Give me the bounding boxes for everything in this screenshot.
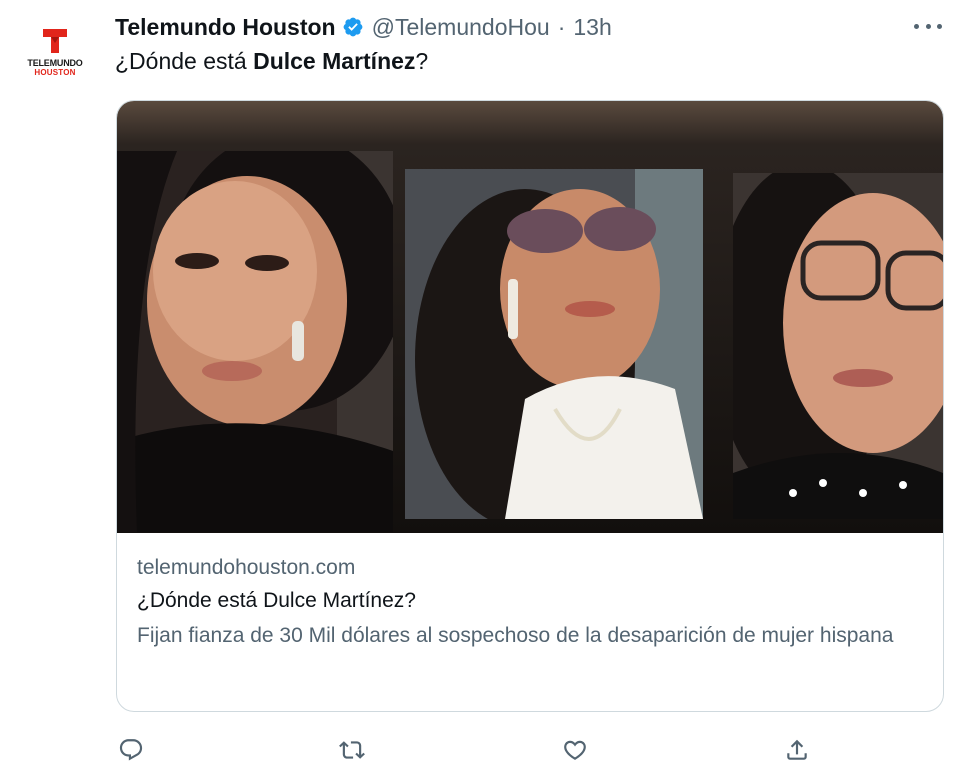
share-button[interactable] xyxy=(781,734,813,766)
card-title: ¿Dónde está Dulce Martínez? xyxy=(137,589,416,612)
card-photo-1 xyxy=(117,151,393,532)
card-photo-2 xyxy=(405,169,703,519)
tweet-text-prefix: ¿Dónde está xyxy=(115,48,254,74)
card-domain: telemundohouston.com xyxy=(137,556,356,579)
avatar-brand-subtext: HOUSTON xyxy=(34,67,76,77)
card-photo-3 xyxy=(733,173,943,519)
reply-button[interactable] xyxy=(115,734,147,766)
avatar-brand-text: TELEMUNDO xyxy=(27,57,83,68)
tweet-text-suffix: ? xyxy=(415,48,429,74)
like-button[interactable] xyxy=(559,734,591,766)
heart-icon xyxy=(564,740,586,760)
tweet-header: Telemundo Houston @TelemundoHou · 13h xyxy=(115,12,612,42)
timestamp[interactable]: 13h xyxy=(573,14,611,41)
tweet-actions xyxy=(115,734,815,766)
card-image[interactable] xyxy=(117,101,943,533)
tweet-text-bold: Dulce Martínez xyxy=(253,48,416,74)
author-handle[interactable]: @TelemundoHou xyxy=(372,14,550,41)
tweet-text: ¿Dónde está Dulce Martínez? xyxy=(115,48,428,75)
retweet-button[interactable] xyxy=(336,734,368,766)
retweet-icon xyxy=(339,741,365,759)
tweet[interactable]: TELEMUNDO HOUSTON Telemundo Houston @Tel… xyxy=(0,0,960,773)
share-icon xyxy=(787,739,807,760)
separator-dot: · xyxy=(557,13,566,40)
verified-badge-icon xyxy=(343,17,363,37)
avatar[interactable]: TELEMUNDO HOUSTON xyxy=(14,10,96,92)
more-options-icon[interactable] xyxy=(914,14,942,38)
card-body: telemundohouston.com ¿Dónde está Dulce M… xyxy=(137,553,917,652)
link-card[interactable]: telemundohouston.com ¿Dónde está Dulce M… xyxy=(116,100,944,712)
display-name[interactable]: Telemundo Houston xyxy=(115,14,336,41)
telemundo-logo-icon xyxy=(43,28,67,53)
reply-icon xyxy=(119,739,143,761)
card-description: Fijan fianza de 30 Mil dólares al sospec… xyxy=(137,624,894,647)
